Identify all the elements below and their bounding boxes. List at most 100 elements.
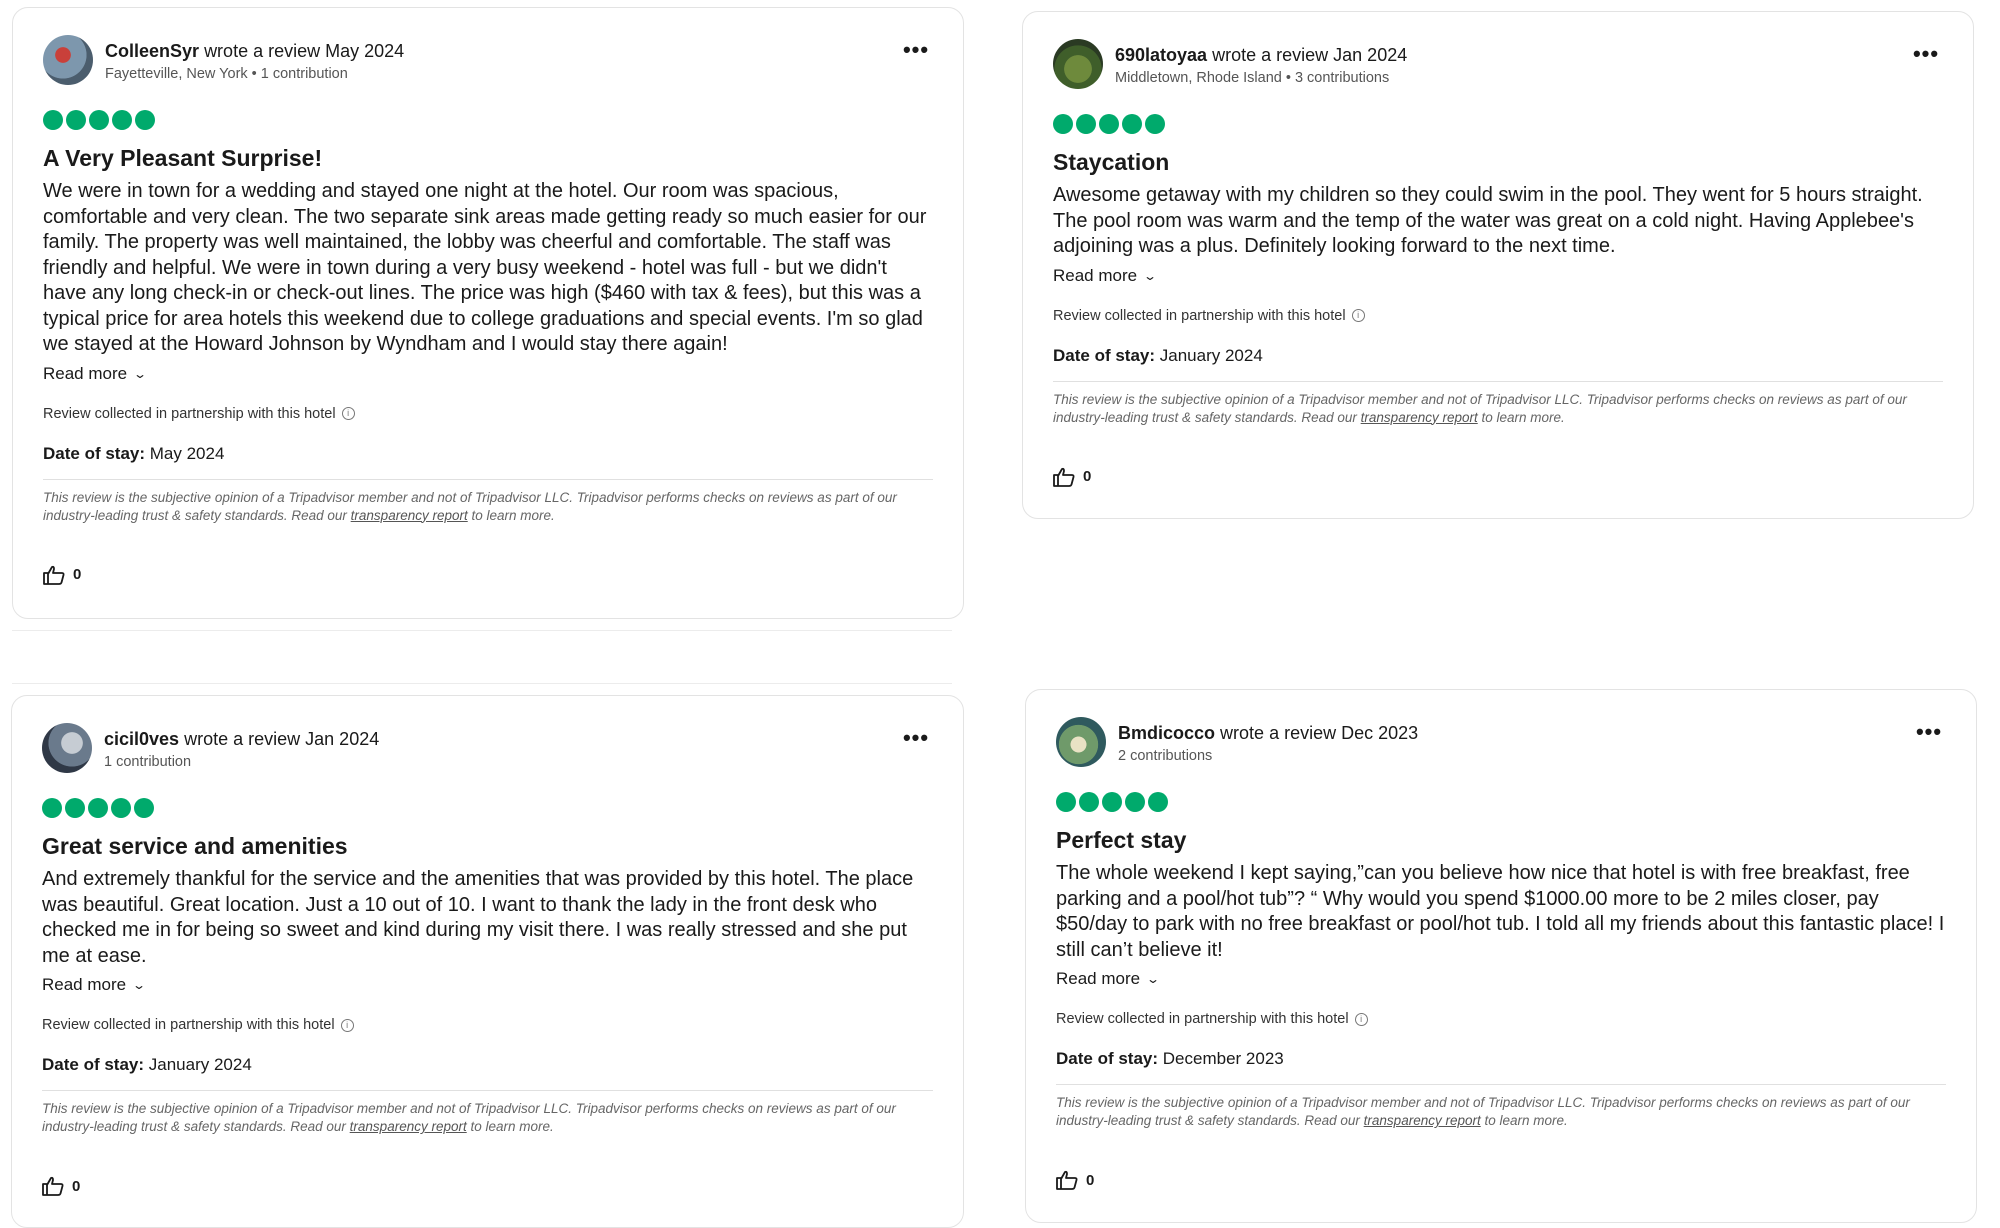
avatar[interactable] (1056, 717, 1106, 767)
transparency-report-link[interactable]: transparency report (351, 508, 468, 523)
rating-bubble-icon (1076, 114, 1096, 134)
read-more-label: Read more (43, 363, 128, 383)
chevron-down-icon: ⌄ (132, 978, 147, 992)
date-of-stay-value: January 2024 (1159, 345, 1263, 365)
reviewer-name[interactable]: cicil0ves (104, 729, 179, 749)
avatar[interactable] (1053, 39, 1103, 89)
rating-bubble-icon (1079, 792, 1099, 812)
review-card: cicil0ves wrote a review Jan 2024 1 cont… (11, 695, 964, 1228)
more-dots-icon[interactable]: ••• (1909, 43, 1943, 72)
divider (1053, 380, 1943, 382)
helpful-count: 0 (72, 1177, 81, 1195)
rating-bubble-icon (88, 798, 108, 818)
avatar[interactable] (43, 35, 93, 85)
review-header: cicil0ves wrote a review Jan 2024 1 cont… (42, 722, 933, 774)
rating-bubble-icon (1145, 114, 1165, 134)
review-title[interactable]: Perfect stay (1056, 825, 1946, 855)
more-dots-icon[interactable]: ••• (899, 39, 933, 68)
reviewer-name[interactable]: Bmdicocco (1118, 723, 1215, 743)
helpful-count: 0 (73, 566, 82, 583)
helpful-count: 0 (1086, 1171, 1095, 1189)
rating-bubbles (1056, 792, 1946, 812)
more-dots-icon[interactable]: ••• (1912, 721, 1946, 750)
review-body: Awesome getaway with my children so they… (1053, 184, 1923, 257)
info-icon[interactable]: i (1351, 309, 1365, 322)
rating-bubble-icon (89, 110, 109, 130)
helpful-vote-button[interactable]: 0 (42, 1176, 933, 1196)
collected-note: Review collected in partnership with thi… (1053, 307, 1346, 324)
review-header: ColleenSyr wrote a review May 2024 Fayet… (43, 34, 933, 86)
read-more-button[interactable]: Read more ⌄ (1053, 265, 1158, 286)
rating-bubbles (43, 110, 933, 130)
review-title[interactable]: Great service and amenities (42, 831, 933, 861)
date-of-stay-label: Date of stay: (43, 443, 146, 463)
rating-bubble-icon (1122, 114, 1142, 134)
date-of-stay-label: Date of stay: (1053, 345, 1156, 365)
rating-bubble-icon (1056, 792, 1076, 812)
review-body: The whole weekend I kept saying,”can you… (1056, 862, 1945, 961)
review-title[interactable]: A Very Pleasant Surprise! (43, 143, 933, 173)
date-of-stay: Date of stay: January 2024 (42, 1055, 933, 1075)
wrote-review-text: wrote a review (1212, 44, 1329, 65)
reviewer-info: 690latoyaa wrote a review Jan 2024 Middl… (1115, 43, 1909, 86)
review-date: May 2024 (325, 40, 405, 61)
read-more-label: Read more (1053, 265, 1138, 285)
review-body: We were in town for a wedding and stayed… (43, 180, 927, 355)
separator-dot: • (1285, 69, 1291, 86)
thumbs-up-icon (1053, 467, 1075, 487)
transparency-report-link[interactable]: transparency report (1364, 1113, 1481, 1128)
rating-bubble-icon (65, 798, 85, 818)
read-more-button[interactable]: Read more ⌄ (43, 363, 147, 384)
collected-note: Review collected in partnership with thi… (42, 1017, 335, 1033)
reviewer-name[interactable]: 690latoyaa (1115, 45, 1207, 65)
rating-bubble-icon (42, 798, 62, 818)
date-of-stay: Date of stay: January 2024 (1053, 346, 1943, 366)
review-card: Bmdicocco wrote a review Dec 2023 2 cont… (1025, 689, 1977, 1223)
rating-bubble-icon (111, 798, 131, 818)
reviewer-info: ColleenSyr wrote a review May 2024 Fayet… (105, 39, 899, 82)
more-dots-icon[interactable]: ••• (899, 727, 933, 756)
info-icon[interactable]: i (340, 1018, 354, 1032)
review-body: And extremely thankful for the service a… (42, 868, 914, 967)
rating-bubble-icon (1125, 792, 1145, 812)
helpful-vote-button[interactable]: 0 (1053, 467, 1943, 487)
wrote-review-text: wrote a review (204, 40, 321, 61)
review-date: Dec 2023 (1341, 722, 1419, 743)
reviewer-contributions: 1 contribution (260, 65, 348, 82)
chevron-down-icon: ⌄ (1146, 972, 1161, 986)
rating-bubble-icon (135, 110, 155, 130)
read-more-button[interactable]: Read more ⌄ (42, 975, 147, 995)
chevron-down-icon: ⌄ (1143, 268, 1158, 283)
avatar[interactable] (42, 723, 92, 773)
helpful-vote-button[interactable]: 0 (1056, 1170, 1946, 1190)
reviewer-name[interactable]: ColleenSyr (105, 41, 199, 61)
separator-dot: • (251, 65, 257, 82)
review-title[interactable]: Staycation (1053, 147, 1943, 177)
info-icon[interactable]: i (1354, 1012, 1368, 1026)
section-divider (12, 630, 952, 631)
divider (43, 478, 933, 480)
info-icon[interactable]: i (341, 407, 355, 420)
reviewer-info: Bmdicocco wrote a review Dec 2023 2 cont… (1118, 721, 1912, 764)
read-more-button[interactable]: Read more ⌄ (1056, 969, 1161, 989)
rating-bubble-icon (1102, 792, 1122, 812)
reviewer-contributions: 2 contributions (1118, 747, 1213, 764)
disclaimer: This review is the subjective opinion of… (42, 1101, 896, 1134)
rating-bubble-icon (43, 110, 63, 130)
reviewer-info: cicil0ves wrote a review Jan 2024 1 cont… (104, 727, 899, 770)
rating-bubble-icon (1148, 792, 1168, 812)
thumbs-up-icon (43, 565, 65, 585)
date-of-stay-label: Date of stay: (1056, 1049, 1159, 1068)
date-of-stay-value: December 2023 (1162, 1049, 1284, 1068)
section-divider (12, 683, 952, 684)
helpful-vote-button[interactable]: 0 (43, 565, 933, 585)
collected-note: Review collected in partnership with thi… (43, 405, 336, 422)
rating-bubble-icon (66, 110, 86, 130)
thumbs-up-icon (42, 1176, 64, 1196)
disclaimer: This review is the subjective opinion of… (1053, 391, 1907, 425)
transparency-report-link[interactable]: transparency report (1361, 410, 1478, 425)
reviewer-contributions: 1 contribution (104, 753, 192, 770)
collected-note: Review collected in partnership with thi… (1056, 1011, 1349, 1027)
transparency-report-link[interactable]: transparency report (350, 1119, 467, 1134)
date-of-stay-value: January 2024 (148, 1055, 252, 1074)
